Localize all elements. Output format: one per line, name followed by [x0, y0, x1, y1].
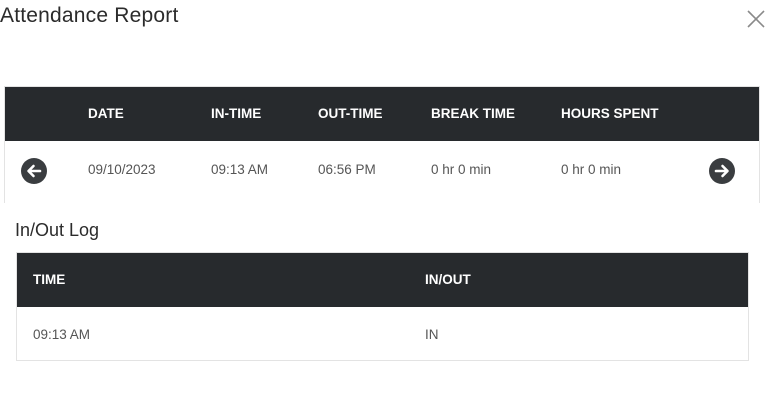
log-table-header: TIME IN/OUT	[17, 253, 748, 307]
cell-break-time: 0 hr 0 min	[431, 162, 492, 177]
next-day-button[interactable]	[709, 158, 735, 184]
arrow-right-circle-icon	[709, 158, 735, 184]
header-time: TIME	[33, 272, 66, 287]
cell-in-out: IN	[425, 327, 439, 342]
header-in-time: IN-TIME	[211, 106, 262, 121]
header-out-time: OUT-TIME	[318, 106, 383, 121]
log-section-title: In/Out Log	[15, 220, 100, 240]
attendance-row: 09/10/2023 09:13 AM 06:56 PM 0 hr 0 min …	[5, 141, 759, 203]
cell-time: 09:13 AM	[33, 327, 91, 342]
cell-date: 09/10/2023	[88, 162, 156, 177]
close-icon	[747, 10, 765, 28]
attendance-table: DATE IN-TIME OUT-TIME BREAK TIME HOURS S…	[4, 86, 760, 203]
close-button[interactable]	[745, 8, 767, 30]
in-out-log-table: TIME IN/OUT 09:13 AM IN	[16, 252, 749, 361]
arrow-left-circle-icon	[21, 158, 47, 184]
header-in-out: IN/OUT	[425, 272, 471, 287]
attendance-table-header: DATE IN-TIME OUT-TIME BREAK TIME HOURS S…	[5, 87, 759, 141]
cell-in-time: 09:13 AM	[211, 162, 269, 177]
header-hours-spent: HOURS SPENT	[561, 106, 659, 121]
dialog-title: Attendance Report	[0, 4, 179, 27]
previous-day-button[interactable]	[21, 158, 47, 184]
cell-out-time: 06:56 PM	[318, 162, 376, 177]
table-row: 09:13 AM IN	[17, 307, 748, 361]
cell-hours-spent: 0 hr 0 min	[561, 162, 622, 177]
header-break-time: BREAK TIME	[431, 106, 515, 121]
header-date: DATE	[88, 106, 124, 121]
